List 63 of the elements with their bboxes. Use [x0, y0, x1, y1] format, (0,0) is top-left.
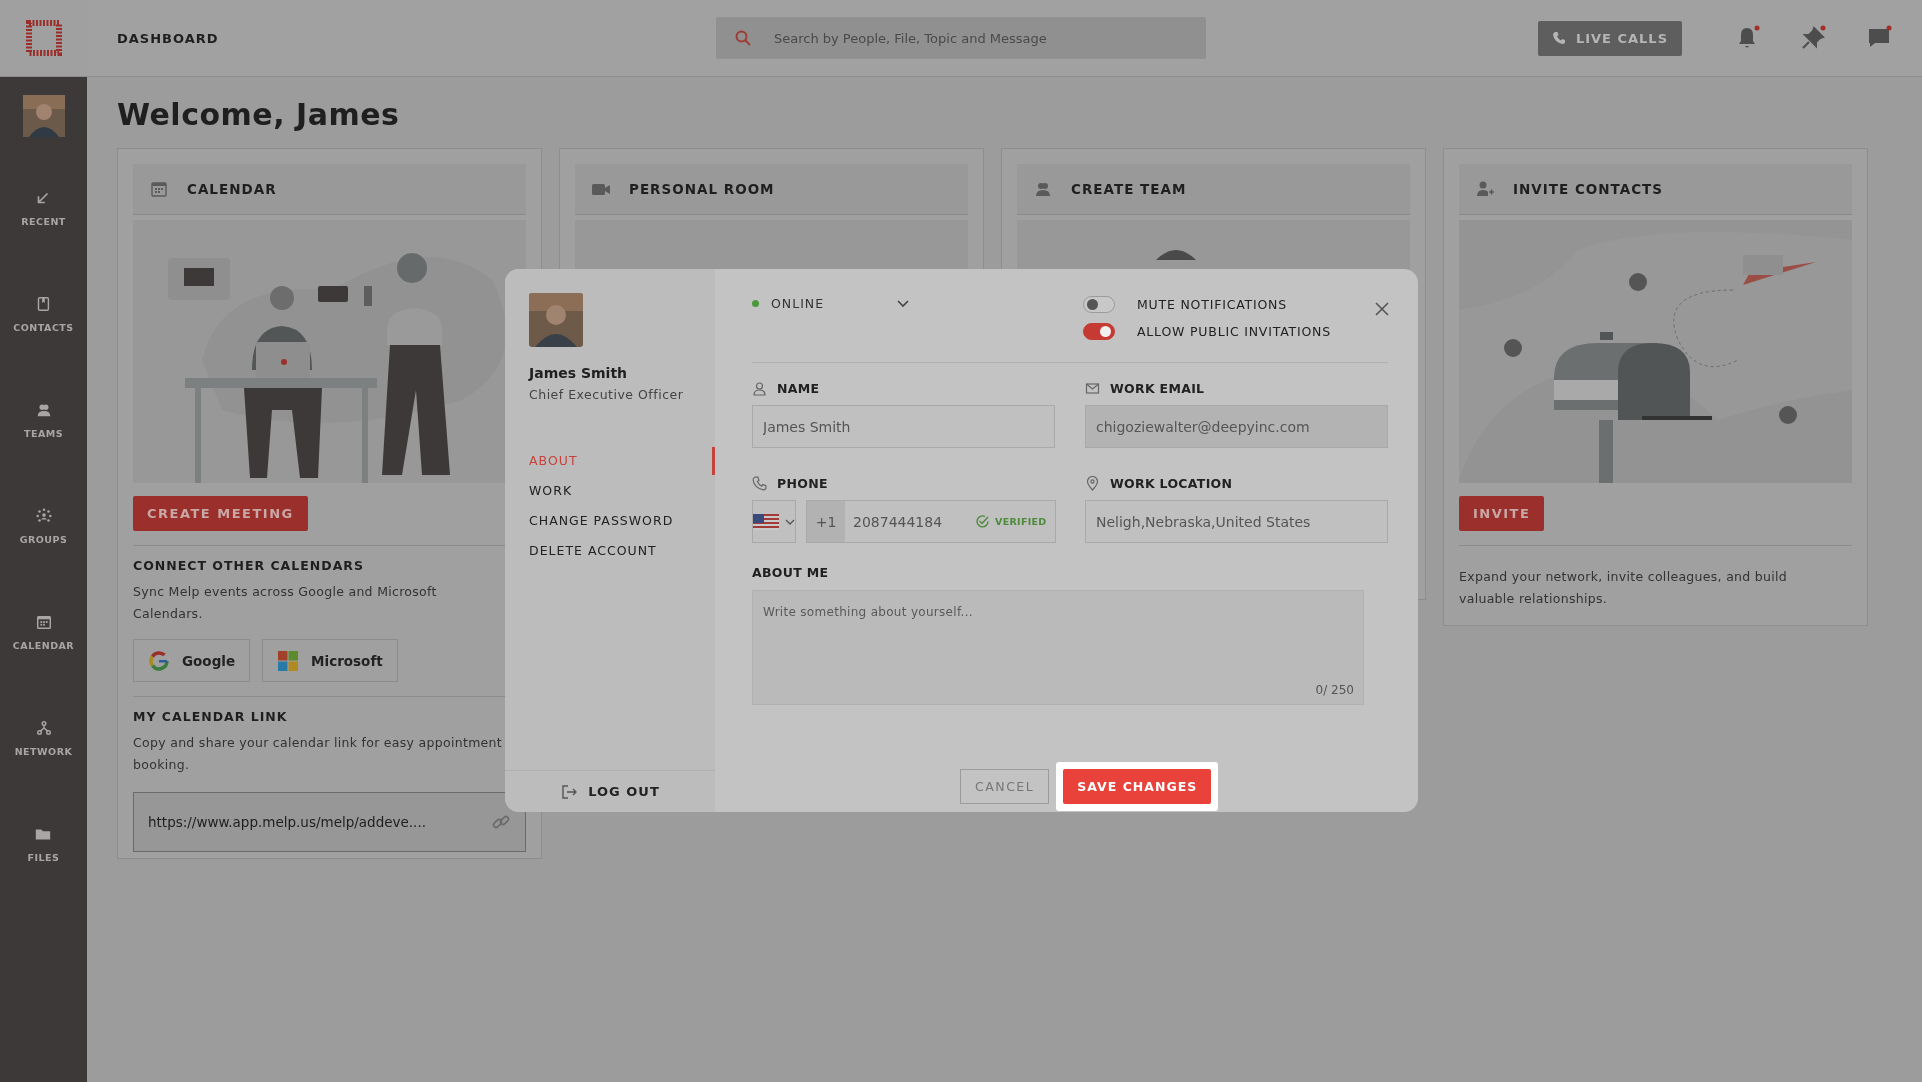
- calendar-link-field[interactable]: https://www.app.melp.us/melp/addeve....: [133, 792, 526, 852]
- section-title: MY CALENDAR LINK: [133, 709, 289, 724]
- field-label: WORK LOCATION: [1110, 476, 1233, 491]
- sidebar-item[interactable]: CALENDAR: [12, 579, 75, 685]
- profile-nav-item[interactable]: DELETE ACCOUNT: [529, 542, 657, 560]
- phone-icon: [1551, 31, 1566, 45]
- section-text: Sync Melp events across Google and Microsoft Calendars.: [133, 583, 438, 623]
- network-icon: [34, 719, 53, 737]
- logout-button[interactable]: LOG OUT: [505, 770, 715, 812]
- create-meeting-button[interactable]: CREATE MEETING: [133, 496, 308, 531]
- toggle-label: ALLOW PUBLIC INVITATIONS: [1137, 324, 1331, 339]
- card-title: INVITE CONTACTS: [1513, 181, 1664, 197]
- profile-nav-item[interactable]: WORK: [529, 482, 573, 500]
- sidebar-item[interactable]: CONTACTS: [13, 261, 74, 367]
- section-title: CONNECT OTHER CALENDARS: [133, 558, 365, 573]
- country-code: +1: [807, 501, 845, 542]
- field-label: WORK EMAIL: [1110, 381, 1205, 396]
- toggle-label: MUTE NOTIFICATIONS: [1137, 297, 1287, 312]
- input-field[interactable]: Neligh,Nebraska,United States: [1085, 500, 1388, 543]
- profile-nav-item[interactable]: CHANGE PASSWORD: [529, 512, 674, 530]
- chevron-down-icon: [785, 517, 795, 526]
- calendar-provider-button[interactable]: Microsoft: [262, 639, 398, 682]
- calendar-icon: [34, 613, 53, 631]
- phone-field[interactable]: +1 2087444184 VERIFIED: [806, 500, 1056, 543]
- link-text: https://www.app.melp.us/melp/addeve....: [148, 814, 426, 830]
- dots-circle-icon: [34, 507, 53, 525]
- location-pin-icon: [1085, 476, 1100, 491]
- mail-icon: [1085, 381, 1100, 396]
- save-changes-button[interactable]: SAVE CHANGES: [1063, 769, 1212, 804]
- card-title: PERSONAL ROOM: [629, 181, 775, 197]
- logo-icon: [277, 649, 300, 672]
- close-icon[interactable]: [1374, 301, 1390, 317]
- sidebar-item[interactable]: NETWORK: [14, 685, 73, 791]
- cancel-button[interactable]: CANCEL: [960, 769, 1050, 804]
- sidebar-item[interactable]: RECENT: [21, 155, 66, 261]
- card-title: CREATE TEAM: [1071, 181, 1187, 197]
- verified-label: VERIFIED: [995, 516, 1047, 527]
- page-title: DASHBOARD: [117, 30, 220, 46]
- logout-icon: [560, 782, 579, 801]
- sidebar-item[interactable]: FILES: [27, 791, 60, 897]
- welcome-heading: Welcome, James: [117, 97, 401, 132]
- flag-icon: [753, 513, 779, 530]
- toggle-switch[interactable]: [1083, 296, 1115, 313]
- toggle-switch[interactable]: [1083, 323, 1115, 340]
- pin-icon[interactable]: [1800, 25, 1826, 51]
- search-icon: [734, 29, 752, 47]
- logo-icon: [148, 649, 170, 672]
- sidebar-item[interactable]: TEAMS: [23, 367, 64, 473]
- add-person-icon: [1475, 179, 1495, 199]
- character-counter: 0/ 250: [1315, 683, 1354, 697]
- field-label: ABOUT ME: [752, 565, 829, 580]
- search-field[interactable]: Search by People, File, Topic and Message: [716, 17, 1206, 59]
- live-calls-button[interactable]: LIVE CALLS: [1537, 20, 1682, 56]
- invite-button[interactable]: INVITE: [1459, 496, 1545, 531]
- country-dropdown[interactable]: [752, 500, 796, 543]
- card-description: Expand your network, invite colleagues, and build valuable relationships.: [1459, 568, 1789, 608]
- sidebar-item[interactable]: GROUPS: [19, 473, 68, 579]
- phone-input[interactable]: 2087444184: [845, 512, 975, 531]
- card-title: CALENDAR: [187, 181, 277, 197]
- check-circle-icon: [975, 514, 990, 529]
- calendar-provider-button[interactable]: Google: [133, 639, 251, 682]
- section-text: Copy and share your calendar link for easy appointment booking.: [133, 734, 504, 774]
- calendar-icon: [149, 179, 169, 199]
